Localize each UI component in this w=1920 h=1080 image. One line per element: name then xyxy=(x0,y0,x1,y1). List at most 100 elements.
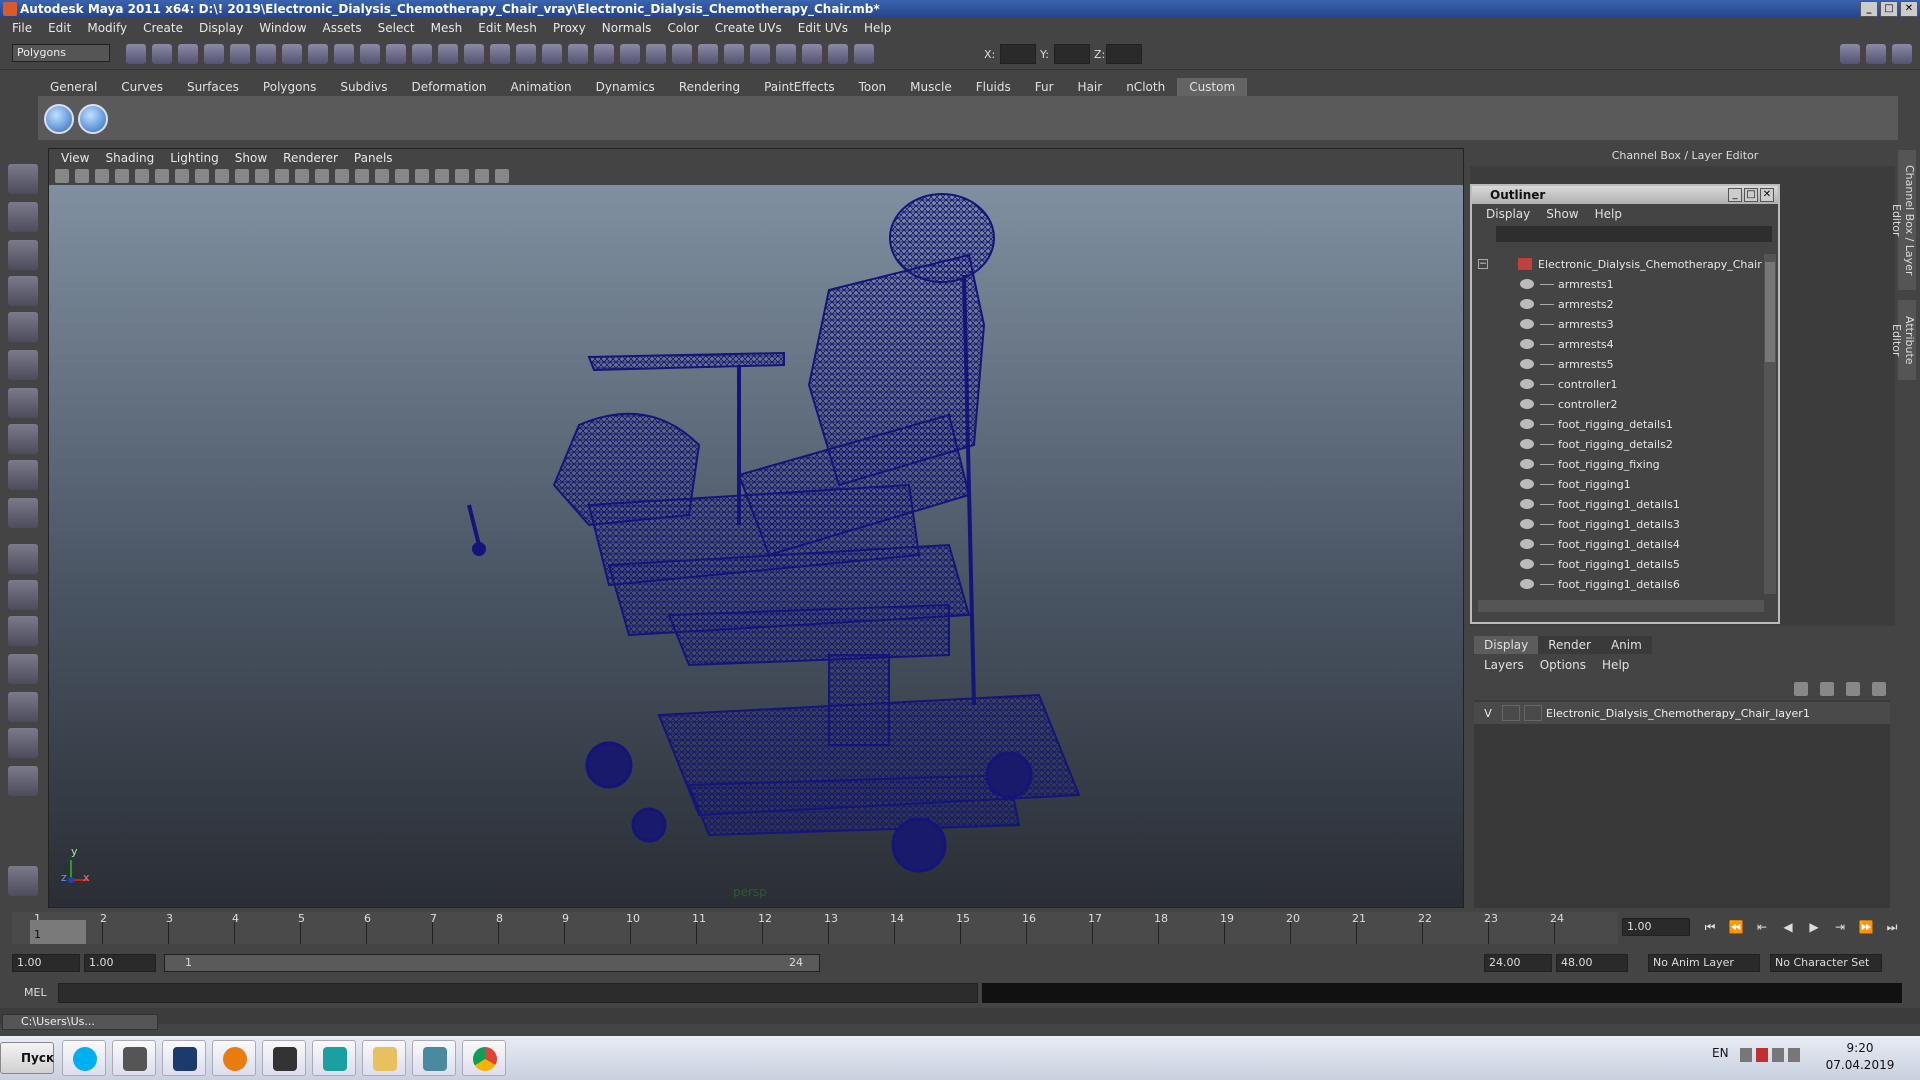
taskbar-photoshop[interactable] xyxy=(162,1040,206,1076)
layer-menu-help[interactable]: Help xyxy=(1594,658,1637,672)
menu-proxy[interactable]: Proxy xyxy=(545,21,594,35)
outliner-item[interactable]: armrests4 xyxy=(1474,334,1764,354)
z-input[interactable] xyxy=(1106,44,1142,64)
field-chart-icon[interactable] xyxy=(235,169,249,183)
x-input[interactable] xyxy=(1000,44,1036,64)
outliner-item[interactable]: foot_rigging_details1 xyxy=(1474,414,1764,434)
volume-icon[interactable] xyxy=(1788,1048,1800,1062)
current-time-marker[interactable]: 1 xyxy=(30,920,86,944)
tab-deformation[interactable]: Deformation xyxy=(399,78,498,96)
layer-visibility-toggle[interactable]: V xyxy=(1474,707,1502,720)
menu-file[interactable]: File xyxy=(4,21,40,35)
tab-curves[interactable]: Curves xyxy=(109,78,175,96)
mode-selector[interactable]: Polygons xyxy=(12,44,110,62)
outliner-item[interactable]: foot_rigging_fixing xyxy=(1474,454,1764,474)
select-handle-icon[interactable] xyxy=(282,44,302,64)
select-deform-icon[interactable] xyxy=(386,44,406,64)
tab-fur[interactable]: Fur xyxy=(1023,78,1066,96)
image-plane-icon[interactable] xyxy=(115,169,129,183)
snap-curve-icon[interactable] xyxy=(568,44,588,64)
outliner-item[interactable]: foot_rigging1_details5 xyxy=(1474,554,1764,574)
outliner-vertical-scrollbar[interactable] xyxy=(1764,254,1776,594)
outliner-menu-display[interactable]: Display xyxy=(1478,207,1538,221)
tab-painteffects[interactable]: PaintEffects xyxy=(752,78,846,96)
menu-help[interactable]: Help xyxy=(856,21,899,35)
tab-subdivs[interactable]: Subdivs xyxy=(328,78,399,96)
tab-fluids[interactable]: Fluids xyxy=(964,78,1023,96)
outliner-item[interactable]: controller1 xyxy=(1474,374,1764,394)
character-set-dropdown[interactable]: No Character Set xyxy=(1770,954,1882,972)
camera-attributes-icon[interactable] xyxy=(75,169,89,183)
taskbar-clock[interactable]: 9:20 07.04.2019 xyxy=(1812,1040,1908,1074)
render-current-icon[interactable] xyxy=(776,44,796,64)
tab-animation[interactable]: Animation xyxy=(498,78,583,96)
single-perspective-layout-icon[interactable] xyxy=(8,544,38,574)
menu-create[interactable]: Create xyxy=(135,21,191,35)
render-settings-icon[interactable] xyxy=(828,44,848,64)
taskbar-skype[interactable] xyxy=(62,1040,106,1076)
screen-space-ao-icon[interactable] xyxy=(415,169,429,183)
range-slider[interactable]: 1 24 xyxy=(164,954,820,972)
grid-icon[interactable] xyxy=(155,169,169,183)
menu-assets[interactable]: Assets xyxy=(315,21,370,35)
taskbar-chrome[interactable] xyxy=(462,1040,506,1076)
tray-arrow-icon[interactable] xyxy=(1740,1048,1752,1062)
xray-components-icon[interactable] xyxy=(495,169,509,183)
step-back-key-icon[interactable]: ⏪ xyxy=(1726,920,1746,936)
shadows-icon[interactable] xyxy=(395,169,409,183)
move-layer-down-icon[interactable] xyxy=(1820,682,1834,696)
outliner-item[interactable]: armrests1 xyxy=(1474,274,1764,294)
current-frame-field[interactable]: 1.00 xyxy=(1622,918,1690,936)
tab-render-layers[interactable]: Render xyxy=(1538,636,1601,654)
tab-polygons[interactable]: Polygons xyxy=(251,78,328,96)
taskbar-explorer[interactable] xyxy=(362,1040,406,1076)
step-forward-key-icon[interactable]: ⏩ xyxy=(1856,920,1876,936)
tab-display-layers[interactable]: Display xyxy=(1474,636,1539,654)
outliner-item[interactable]: foot_rigging1_details4 xyxy=(1474,534,1764,554)
paint-select-icon[interactable] xyxy=(8,240,38,270)
viewport-menu-panels[interactable]: Panels xyxy=(346,151,401,165)
tab-muscle[interactable]: Muscle xyxy=(898,78,964,96)
outliner-menu-help[interactable]: Help xyxy=(1587,207,1630,221)
tab-surfaces[interactable]: Surfaces xyxy=(175,78,251,96)
side-tab-channel-box[interactable]: Channel Box / Layer Editor xyxy=(1890,150,1916,290)
layer-menu-layers[interactable]: Layers xyxy=(1476,658,1532,672)
y-input[interactable] xyxy=(1054,44,1090,64)
show-manipulator-icon[interactable] xyxy=(8,460,38,490)
custom-shelf-check-icon[interactable] xyxy=(44,104,74,134)
anim-layer-dropdown[interactable]: No Anim Layer xyxy=(1648,954,1760,972)
network-icon[interactable] xyxy=(1772,1048,1784,1062)
tab-ncloth[interactable]: nCloth xyxy=(1114,78,1177,96)
layout-menu-icon[interactable] xyxy=(8,766,38,796)
rotate-tool-icon[interactable] xyxy=(8,312,38,342)
outliner-item[interactable]: foot_rigging1_details3 xyxy=(1474,514,1764,534)
outliner-item[interactable]: armrests3 xyxy=(1474,314,1764,334)
go-to-start-icon[interactable]: ⏮ xyxy=(1700,920,1720,936)
ipr-render-icon[interactable] xyxy=(802,44,822,64)
wireframe-on-shaded-icon[interactable] xyxy=(335,169,349,183)
move-tool-icon[interactable] xyxy=(8,276,38,306)
time-slider[interactable]: 1 2 3 4 5 6 7 8 9 10 11 12 13 14 15 16 1… xyxy=(12,912,1618,944)
move-layer-up-icon[interactable] xyxy=(1794,682,1808,696)
tab-dynamics[interactable]: Dynamics xyxy=(584,78,667,96)
make-live-icon[interactable] xyxy=(646,44,666,64)
snap-view-plane-icon[interactable] xyxy=(620,44,640,64)
taskbar-app-2[interactable] xyxy=(112,1040,156,1076)
select-surface-icon[interactable] xyxy=(360,44,380,64)
playback-end-field[interactable]: 24.00 xyxy=(1484,954,1552,972)
taskbar-app-5[interactable] xyxy=(262,1040,306,1076)
new-scene-icon[interactable] xyxy=(126,44,146,64)
show-hide-attribute-editor-icon[interactable] xyxy=(1840,44,1860,64)
open-scene-icon[interactable] xyxy=(152,44,172,64)
textured-icon[interactable] xyxy=(355,169,369,183)
xray-joints-icon[interactable] xyxy=(475,169,489,183)
menu-edit-uvs[interactable]: Edit UVs xyxy=(790,21,856,35)
render-view-icon[interactable] xyxy=(750,44,770,64)
show-hide-channel-box-icon[interactable] xyxy=(1892,44,1912,64)
lock-selection-icon[interactable] xyxy=(490,44,510,64)
outliner-item[interactable]: foot_rigging_details2 xyxy=(1474,434,1764,454)
safe-action-icon[interactable] xyxy=(255,169,269,183)
select-object-icon[interactable] xyxy=(230,44,250,64)
bookmark-icon[interactable] xyxy=(95,169,109,183)
outliner-horizontal-scrollbar[interactable] xyxy=(1478,600,1764,612)
